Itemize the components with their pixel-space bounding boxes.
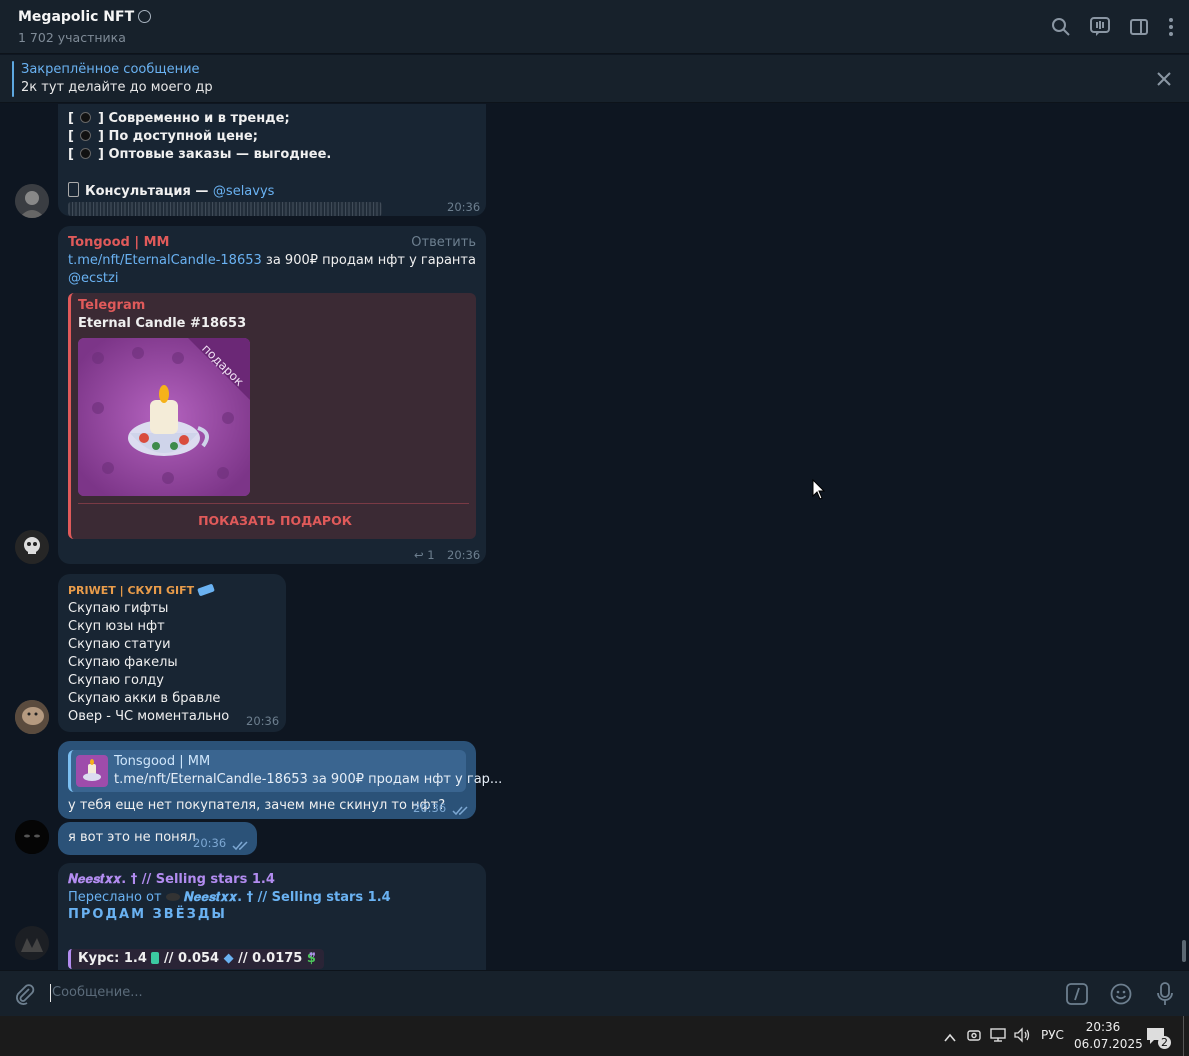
sender-name[interactable]: PRIWET | СКУП GIFT bbox=[68, 582, 215, 600]
text-caret bbox=[50, 984, 51, 1002]
banner-text: ПРОДАМ ЗВЁЗДЫ bbox=[68, 907, 227, 922]
link-preview[interactable]: Telegram Eternal Candle #18653 подарок П… bbox=[68, 293, 476, 539]
sender-name[interactable]: Tongood | MM bbox=[68, 234, 169, 252]
chat-header: Megapolic NFT 1 702 участника bbox=[0, 0, 1189, 54]
message-bubble-outgoing[interactable]: Tonsgood | MM t.me/nft/EternalCandle-186… bbox=[58, 741, 502, 820]
volume-icon[interactable] bbox=[1013, 1027, 1031, 1047]
message-text: у тебя еще нет покупателя, зачем мне ски… bbox=[68, 798, 446, 813]
clock-time[interactable]: 20:36 bbox=[1076, 1020, 1130, 1034]
avatar[interactable] bbox=[15, 184, 49, 218]
reply-button[interactable]: Ответить bbox=[411, 234, 476, 252]
divider bbox=[78, 503, 469, 504]
gift-thumbnail bbox=[76, 755, 108, 787]
double-check-icon bbox=[452, 801, 470, 820]
sender-name[interactable]: 𝑵𝒆𝒆𝒔𝒕𝒙𝒙. † // Selling stars 1.4 bbox=[68, 871, 275, 889]
username-link[interactable]: @selavys bbox=[213, 184, 275, 199]
scrollbar[interactable] bbox=[1182, 940, 1186, 962]
message-list[interactable]: [ ] Современно и в тренде; [ ] По доступ… bbox=[0, 104, 1189, 970]
mention-link[interactable]: @ecstzi bbox=[68, 270, 118, 288]
reply-text: t.me/nft/EternalCandle-18653 за 900₽ про… bbox=[114, 772, 503, 787]
message-time: 20:36 bbox=[193, 836, 227, 850]
preview-title: Eternal Candle #18653 bbox=[78, 316, 247, 331]
butterfly-emoji-icon bbox=[165, 893, 180, 901]
reply-arrow-icon: ↩ bbox=[414, 548, 424, 562]
chevron-up-icon[interactable] bbox=[943, 1029, 957, 1048]
bot-commands-icon[interactable] bbox=[1066, 983, 1088, 1009]
avatar[interactable] bbox=[15, 530, 49, 564]
network-icon[interactable] bbox=[989, 1027, 1007, 1047]
emoji-icon[interactable] bbox=[1110, 983, 1132, 1009]
pinned-indicator bbox=[12, 61, 14, 97]
message-bubble[interactable]: PRIWET | СКУП GIFT Скупаю гифты Скуп юзы… bbox=[58, 574, 286, 732]
avatar[interactable] bbox=[15, 820, 49, 854]
header-actions bbox=[1051, 16, 1175, 38]
mouse-cursor-icon bbox=[812, 478, 826, 505]
avatar[interactable] bbox=[15, 926, 49, 960]
pinned-message-bar[interactable]: Закреплённое сообщение 2к тут делайте до… bbox=[0, 55, 1189, 103]
message-bubble[interactable]: Tongood | MM Ответить t.me/nft/EternalCa… bbox=[58, 226, 486, 564]
microphone-icon[interactable] bbox=[1155, 981, 1175, 1011]
live-stream-icon[interactable] bbox=[1089, 16, 1111, 38]
message-text: я вот это не понял bbox=[68, 830, 196, 845]
search-icon[interactable] bbox=[1051, 17, 1071, 37]
clock-date[interactable]: 06.07.2025 bbox=[1074, 1037, 1143, 1051]
message-time: 20:36 bbox=[447, 548, 481, 562]
forwarded-header[interactable]: Переслано от 𝑵𝒆𝒆𝒔𝒕𝒙𝒙. † // Selling stars… bbox=[68, 889, 391, 907]
pinned-label: Закреплённое сообщение bbox=[21, 62, 200, 77]
rate-quote: Курс: 1.4 // 0.054 ◆ // 0.0175 $ ❞ bbox=[68, 949, 324, 969]
spoiler-text[interactable] bbox=[68, 202, 382, 216]
reply-sender: Tonsgood | MM bbox=[114, 754, 211, 769]
diamond-icon: ◆ bbox=[219, 951, 234, 966]
double-check-icon bbox=[232, 836, 250, 855]
message-time: 20:36 bbox=[246, 714, 280, 728]
message-input[interactable]: Сообщение... bbox=[52, 985, 143, 1000]
bullet-icon bbox=[80, 130, 92, 141]
message-bubble[interactable]: [ ] Современно и в тренде; [ ] По доступ… bbox=[58, 104, 486, 216]
emoji-icon bbox=[138, 10, 152, 23]
pinned-text: 2к тут делайте до моего др bbox=[21, 80, 213, 95]
ton-emoji-icon bbox=[151, 952, 160, 964]
show-desktop-button[interactable] bbox=[1183, 1016, 1184, 1056]
more-vertical-icon[interactable] bbox=[1167, 17, 1175, 37]
message-time: 20:36 bbox=[447, 200, 481, 214]
sidebar-toggle-icon[interactable] bbox=[1129, 17, 1149, 37]
member-count: 1 702 участника bbox=[18, 30, 126, 45]
input-language[interactable]: РУС bbox=[1041, 1028, 1064, 1042]
nft-link[interactable]: t.me/nft/EternalCandle-18653 bbox=[68, 253, 262, 268]
reply-quote[interactable]: Tonsgood | MM t.me/nft/EternalCandle-186… bbox=[68, 750, 502, 792]
meet-now-icon[interactable] bbox=[966, 1027, 982, 1047]
attach-icon[interactable] bbox=[14, 983, 36, 1009]
message-bubble[interactable]: 𝑵𝒆𝒆𝒔𝒕𝒙𝒙. † // Selling stars 1.4 Переслан… bbox=[58, 863, 486, 970]
message-time: 20:36 bbox=[413, 801, 447, 815]
message-bubble-outgoing[interactable]: я вот это не понял 20:36 bbox=[58, 822, 257, 855]
reply-count[interactable]: ↩ 1 bbox=[414, 548, 435, 562]
show-gift-button[interactable]: ПОКАЗАТЬ ПОДАРОК bbox=[71, 512, 479, 530]
preview-site: Telegram bbox=[78, 298, 146, 313]
close-icon[interactable] bbox=[1157, 71, 1171, 90]
avatar[interactable] bbox=[15, 700, 49, 734]
bullet-icon bbox=[80, 148, 92, 159]
notification-count: 2 bbox=[1158, 1036, 1171, 1049]
os-taskbar: РУС 20:36 06.07.2025 2 bbox=[0, 1016, 1189, 1056]
chat-title[interactable]: Megapolic NFT bbox=[18, 9, 152, 25]
razor-emoji-icon bbox=[197, 583, 215, 597]
quote-icon: ❞ bbox=[309, 951, 316, 966]
gift-image[interactable]: подарок bbox=[78, 338, 250, 496]
message-composer: Сообщение... bbox=[0, 970, 1189, 1016]
bullet-icon bbox=[80, 112, 92, 123]
phone-emoji-icon bbox=[68, 182, 79, 197]
